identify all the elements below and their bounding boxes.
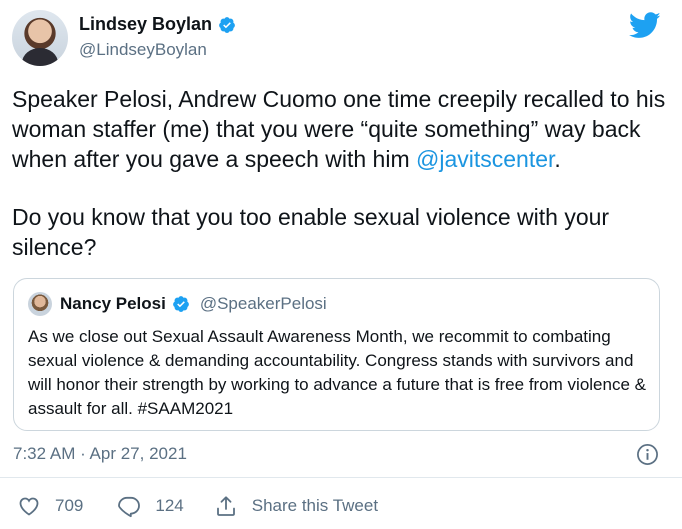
action-bar: 709 124 Share this Tweet <box>17 494 378 518</box>
share-button[interactable]: Share this Tweet <box>214 494 378 518</box>
divider <box>0 477 682 478</box>
tweet-paragraph-1: Speaker Pelosi, Andrew Cuomo one time cr… <box>12 84 672 174</box>
quote-tweet[interactable]: Nancy Pelosi @SpeakerPelosi As we close … <box>13 278 660 431</box>
quote-text: As we close out Sexual Assault Awareness… <box>28 327 646 418</box>
quote-author-handle: @SpeakerPelosi <box>199 294 327 313</box>
tweet-timestamp[interactable]: 7:32 AM · Apr 27, 2021 <box>13 444 187 464</box>
reply-count: 124 <box>155 496 184 515</box>
share-icon <box>216 496 235 516</box>
info-icon[interactable] <box>636 443 659 466</box>
like-button[interactable]: 709 <box>17 494 83 518</box>
quote-author-row: Nancy Pelosi @SpeakerPelosi <box>60 294 327 314</box>
author-avatar[interactable] <box>12 10 68 66</box>
author-handle[interactable]: @LindseyBoylan <box>79 40 207 60</box>
quote-author-name: Nancy Pelosi <box>60 294 166 313</box>
verified-badge-icon <box>219 16 235 33</box>
like-count: 709 <box>55 496 84 515</box>
verified-badge-icon <box>172 296 189 312</box>
share-label: Share this Tweet <box>251 496 379 515</box>
tweet-body: Speaker Pelosi, Andrew Cuomo one time cr… <box>12 84 672 262</box>
reply-icon <box>118 496 141 518</box>
author-name-row: Lindsey Boylan <box>79 14 236 35</box>
tweet-paragraph-2: Do you know that you too enable sexual v… <box>12 204 610 260</box>
tweet-text-part: Speaker Pelosi, Andrew Cuomo one time cr… <box>12 86 666 172</box>
heart-icon <box>19 497 39 516</box>
reply-button[interactable]: 124 <box>117 494 184 518</box>
mention-link[interactable]: @javitscenter <box>416 146 554 172</box>
quote-author-avatar <box>28 292 52 316</box>
twitter-bird-icon[interactable] <box>629 12 661 39</box>
tweet-text-part: . <box>554 146 561 172</box>
author-display-name[interactable]: Lindsey Boylan <box>79 14 212 35</box>
